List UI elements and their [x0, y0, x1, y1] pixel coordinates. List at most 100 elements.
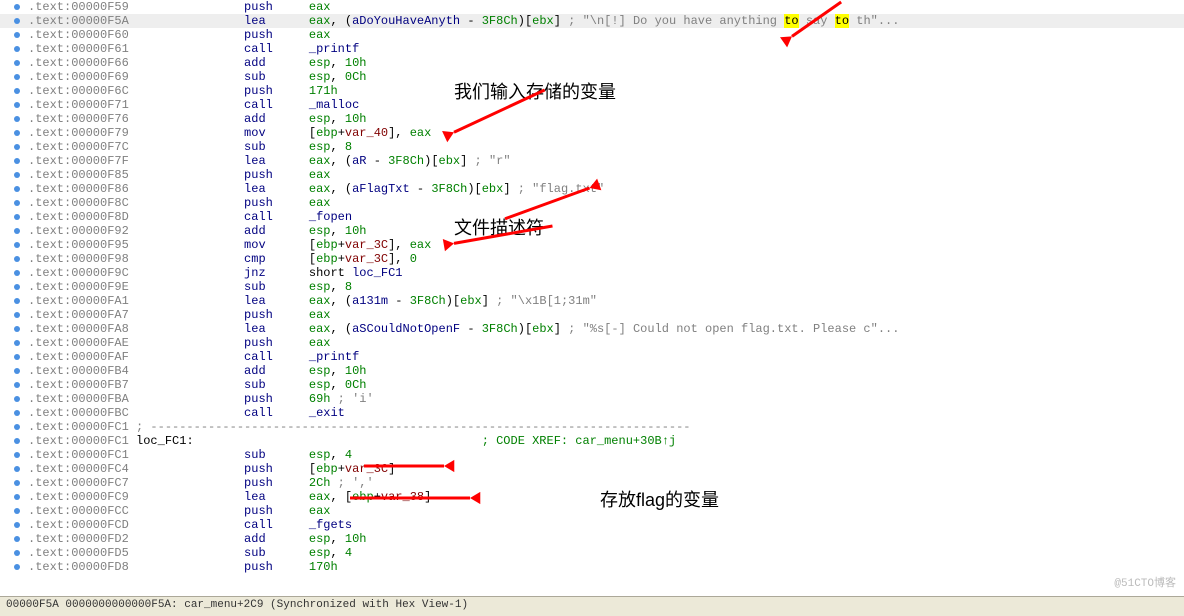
address: .text:00000F8C	[28, 196, 129, 210]
breakpoint-dot[interactable]	[14, 74, 20, 80]
address: .text:00000F92	[28, 224, 129, 238]
asm-line[interactable]: .text:00000FBA push 69h ; 'i'	[0, 392, 1184, 406]
asm-line[interactable]: .text:00000F8C push eax	[0, 196, 1184, 210]
breakpoint-dot[interactable]	[14, 354, 20, 360]
breakpoint-dot[interactable]	[14, 536, 20, 542]
asm-line[interactable]: .text:00000F5A lea eax, (aDoYouHaveAnyth…	[0, 14, 1184, 28]
address: .text:00000FC1	[28, 448, 129, 462]
breakpoint-dot[interactable]	[14, 522, 20, 528]
breakpoint-dot[interactable]	[14, 102, 20, 108]
asm-line[interactable]: .text:00000FA8 lea eax, (aSCouldNotOpenF…	[0, 322, 1184, 336]
breakpoint-dot[interactable]	[14, 340, 20, 346]
asm-line[interactable]: .text:00000F95 mov [ebp+var_3C], eax	[0, 238, 1184, 252]
breakpoint-dot[interactable]	[14, 116, 20, 122]
asm-line[interactable]: .text:00000FBC call _exit	[0, 406, 1184, 420]
address: .text:00000FD8	[28, 560, 129, 574]
asm-line[interactable]: .text:00000FD5 sub esp, 4	[0, 546, 1184, 560]
asm-line[interactable]: .text:00000F61 call _printf	[0, 42, 1184, 56]
asm-line[interactable]: .text:00000FD8 push 170h	[0, 560, 1184, 574]
asm-line[interactable]: .text:00000F85 push eax	[0, 168, 1184, 182]
asm-line[interactable]: .text:00000FCC push eax	[0, 504, 1184, 518]
asm-line[interactable]: .text:00000FC4 push [ebp+var_3C]	[0, 462, 1184, 476]
asm-line[interactable]: .text:00000F69 sub esp, 0Ch	[0, 70, 1184, 84]
comment: ; "\n[!] Do you have anything	[561, 14, 784, 28]
asm-line[interactable]: .text:00000F98 cmp [ebp+var_3C], 0	[0, 252, 1184, 266]
breakpoint-dot[interactable]	[14, 144, 20, 150]
breakpoint-dot[interactable]	[14, 32, 20, 38]
breakpoint-dot[interactable]	[14, 438, 20, 444]
breakpoint-dot[interactable]	[14, 18, 20, 24]
breakpoint-dot[interactable]	[14, 494, 20, 500]
breakpoint-dot[interactable]	[14, 228, 20, 234]
breakpoint-dot[interactable]	[14, 158, 20, 164]
asm-line[interactable]: .text:00000F71 call _malloc	[0, 98, 1184, 112]
address: .text:00000F5A	[28, 14, 129, 28]
asm-line[interactable]: .text:00000F60 push eax	[0, 28, 1184, 42]
asm-line[interactable]: .text:00000FB4 add esp, 10h	[0, 364, 1184, 378]
breakpoint-dot[interactable]	[14, 284, 20, 290]
breakpoint-dot[interactable]	[14, 508, 20, 514]
mnemonic: jnz	[244, 266, 266, 280]
breakpoint-dot[interactable]	[14, 4, 20, 10]
asm-line[interactable]: .text:00000FC7 push 2Ch ; ','	[0, 476, 1184, 490]
asm-line[interactable]: .text:00000FA7 push eax	[0, 308, 1184, 322]
breakpoint-dot[interactable]	[14, 564, 20, 570]
asm-line[interactable]: .text:00000FD2 add esp, 10h	[0, 532, 1184, 546]
address: .text:00000F59	[28, 0, 129, 14]
breakpoint-dot[interactable]	[14, 214, 20, 220]
asm-line[interactable]: .text:00000F7C sub esp, 8	[0, 140, 1184, 154]
asm-line[interactable]: .text:00000F9C jnz short loc_FC1	[0, 266, 1184, 280]
address: .text:00000F7C	[28, 140, 129, 154]
mnemonic: push	[244, 28, 273, 42]
asm-line[interactable]: .text:00000F9E sub esp, 8	[0, 280, 1184, 294]
breakpoint-dot[interactable]	[14, 382, 20, 388]
breakpoint-dot[interactable]	[14, 466, 20, 472]
breakpoint-dot[interactable]	[14, 480, 20, 486]
asm-line[interactable]: .text:00000FC1 loc_FC1: ; CODE XREF: car…	[0, 434, 1184, 448]
asm-line[interactable]: .text:00000F66 add esp, 10h	[0, 56, 1184, 70]
breakpoint-dot[interactable]	[14, 452, 20, 458]
address: .text:00000F71	[28, 98, 129, 112]
breakpoint-dot[interactable]	[14, 396, 20, 402]
breakpoint-dot[interactable]	[14, 130, 20, 136]
address: .text:00000FD5	[28, 546, 129, 560]
breakpoint-dot[interactable]	[14, 88, 20, 94]
breakpoint-dot[interactable]	[14, 256, 20, 262]
asm-line[interactable]: .text:00000F6C push 171h	[0, 84, 1184, 98]
breakpoint-dot[interactable]	[14, 424, 20, 430]
address: .text:00000F9C	[28, 266, 129, 280]
asm-line[interactable]: .text:00000FC9 lea eax, [ebp+var_38]	[0, 490, 1184, 504]
asm-line[interactable]: .text:00000FA1 lea eax, (a131m - 3F8Ch)[…	[0, 294, 1184, 308]
asm-line[interactable]: .text:00000F86 lea eax, (aFlagTxt - 3F8C…	[0, 182, 1184, 196]
asm-line[interactable]: .text:00000FC1 sub esp, 4	[0, 448, 1184, 462]
breakpoint-dot[interactable]	[14, 326, 20, 332]
asm-line[interactable]: .text:00000FAF call _printf	[0, 350, 1184, 364]
breakpoint-dot[interactable]	[14, 60, 20, 66]
asm-line[interactable]: .text:00000F79 mov [ebp+var_40], eax	[0, 126, 1184, 140]
asm-line[interactable]: .text:00000FAE push eax	[0, 336, 1184, 350]
asm-line[interactable]: .text:00000F8D call _fopen	[0, 210, 1184, 224]
breakpoint-dot[interactable]	[14, 200, 20, 206]
breakpoint-dot[interactable]	[14, 312, 20, 318]
asm-line[interactable]: .text:00000F7F lea eax, (aR - 3F8Ch)[ebx…	[0, 154, 1184, 168]
asm-line[interactable]: .text:00000F92 add esp, 10h	[0, 224, 1184, 238]
asm-line[interactable]: .text:00000FC1 ; -----------------------…	[0, 420, 1184, 434]
asm-line[interactable]: .text:00000FB7 sub esp, 0Ch	[0, 378, 1184, 392]
asm-line[interactable]: .text:00000FCD call _fgets	[0, 518, 1184, 532]
mnemonic: mov	[244, 126, 266, 140]
breakpoint-dot[interactable]	[14, 410, 20, 416]
breakpoint-dot[interactable]	[14, 172, 20, 178]
asm-line[interactable]: .text:00000F59 push eax	[0, 0, 1184, 14]
breakpoint-dot[interactable]	[14, 550, 20, 556]
disassembly-view[interactable]: .text:00000F59 push eax.text:00000F5A le…	[0, 0, 1184, 592]
address: .text:00000FBA	[28, 392, 129, 406]
asm-line[interactable]: .text:00000F76 add esp, 10h	[0, 112, 1184, 126]
breakpoint-dot[interactable]	[14, 186, 20, 192]
breakpoint-dot[interactable]	[14, 242, 20, 248]
breakpoint-dot[interactable]	[14, 368, 20, 374]
mnemonic: call	[244, 518, 273, 532]
address: .text:00000FC1	[28, 434, 129, 448]
breakpoint-dot[interactable]	[14, 270, 20, 276]
breakpoint-dot[interactable]	[14, 298, 20, 304]
breakpoint-dot[interactable]	[14, 46, 20, 52]
